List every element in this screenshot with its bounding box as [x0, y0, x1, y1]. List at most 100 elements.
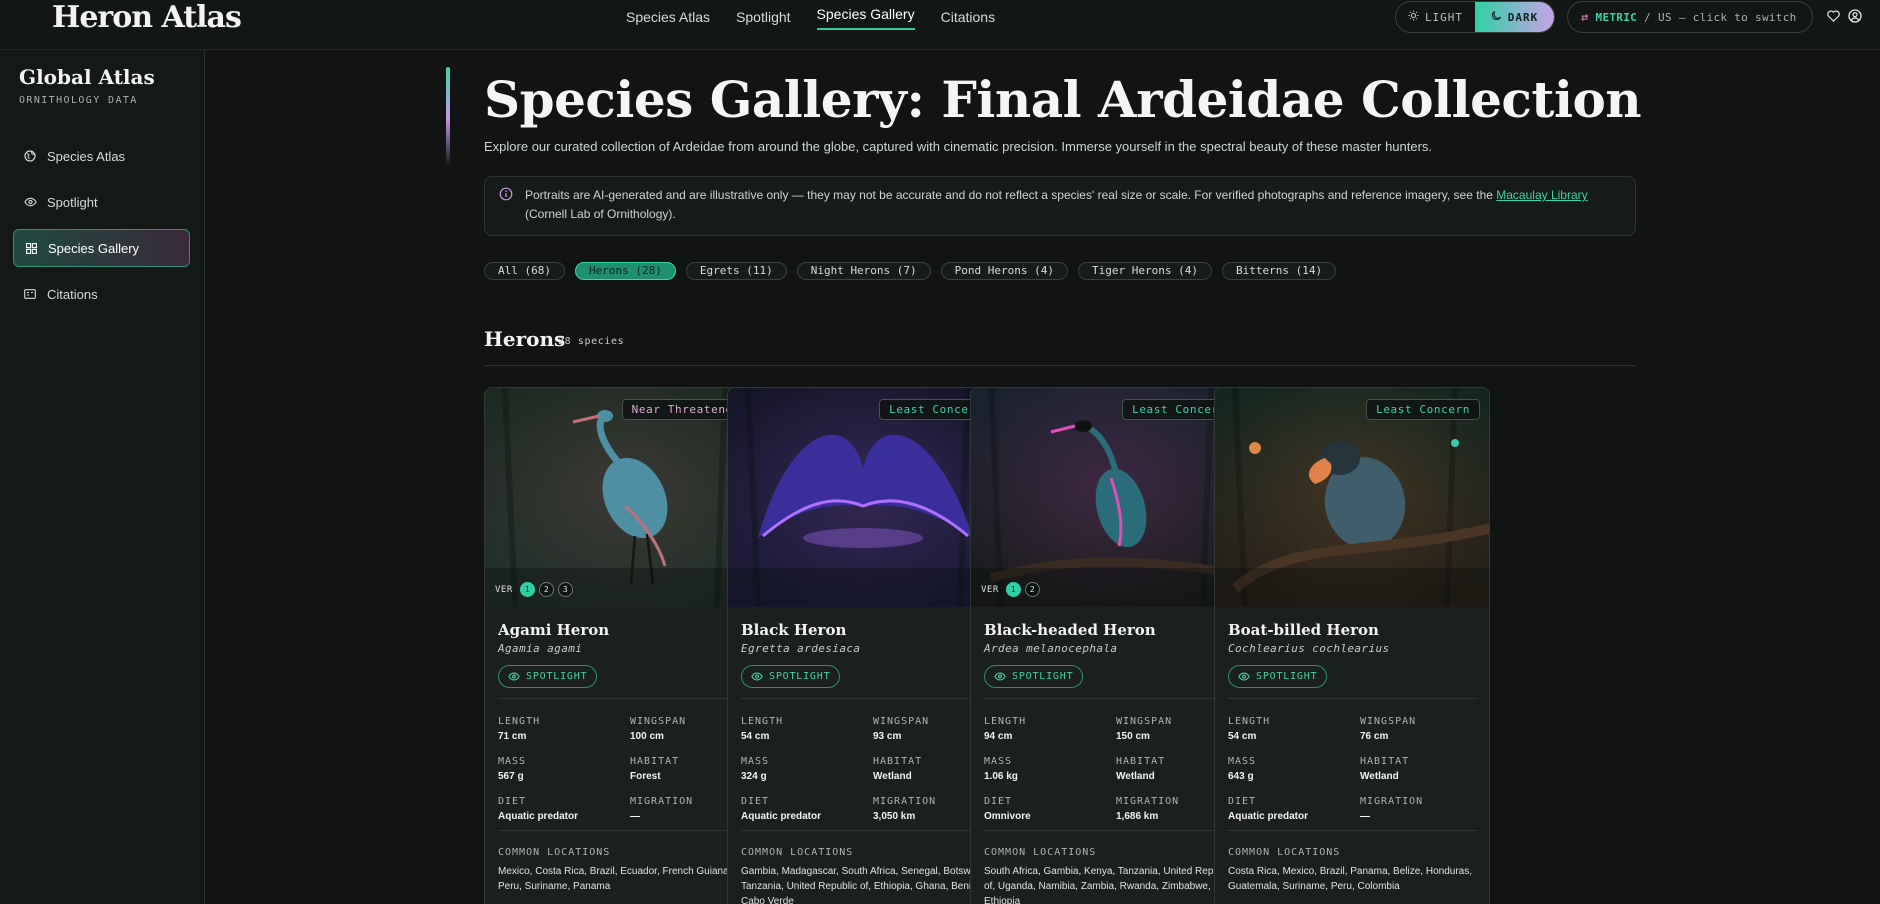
- stat-migration: MIGRATION 3,050 km: [873, 796, 936, 822]
- stat-mass: MASS 1.06 kg: [984, 756, 1018, 782]
- sidebar-title: Global Atlas: [19, 65, 155, 89]
- stat-value: 1.06 kg: [984, 771, 1018, 782]
- stat-label: MASS: [984, 756, 1013, 767]
- locations-value: Costa Rica, Mexico, Brazil, Panama, Beli…: [1228, 866, 1472, 892]
- nav-species-atlas[interactable]: Species Atlas: [626, 0, 710, 34]
- sidebar-item-spotlight[interactable]: Spotlight: [13, 183, 190, 221]
- species-card[interactable]: Near Threatened VER 1 2 3 Agami Heron Agami…: [484, 387, 760, 904]
- locations-label: COMMON LOCATIONS: [1228, 847, 1341, 858]
- app-logo[interactable]: Heron Atlas: [52, 0, 242, 36]
- version-dot[interactable]: 1: [519, 582, 535, 597]
- theme-dark-option[interactable]: DARK: [1475, 2, 1554, 32]
- stat-label: HABITAT: [1116, 756, 1166, 767]
- theme-light-option[interactable]: LIGHT: [1396, 2, 1475, 32]
- stat-value: Wetland: [1360, 771, 1399, 782]
- spotlight-label: SPOTLIGHT: [1012, 671, 1074, 682]
- stat-label: MASS: [741, 756, 770, 767]
- stat-value: 3,050 km: [873, 811, 916, 822]
- species-name: Black-headed Heron: [984, 621, 1156, 639]
- theme-dark-label: DARK: [1507, 10, 1539, 24]
- card-divider: [741, 698, 991, 699]
- stat-wingspan: WINGSPAN 100 cm: [630, 716, 686, 742]
- filter-chip[interactable]: Bitterns (14): [1221, 262, 1337, 280]
- stat-diet: DIET Aquatic predator: [741, 796, 821, 822]
- theme-toggle[interactable]: LIGHT DARK: [1395, 1, 1555, 33]
- stat-value: 93 cm: [873, 731, 902, 742]
- units-separator: /: [1644, 10, 1652, 24]
- stat-label: MASS: [1228, 756, 1257, 767]
- macaulay-library-link[interactable]: Macaulay Library: [1496, 188, 1587, 202]
- units-metric: METRIC: [1595, 10, 1638, 24]
- page-description: Explore our curated collection of Ardeid…: [484, 139, 1433, 154]
- stat-value: Forest: [630, 771, 661, 782]
- species-card[interactable]: Least Concern Boat-billed Heron Cochlear…: [1214, 387, 1490, 904]
- filter-chip[interactable]: Pond Herons (4): [940, 262, 1069, 280]
- main-nav: Species Atlas Spotlight Species Gallery …: [626, 0, 1021, 36]
- sidebar-item-species-gallery[interactable]: Species Gallery: [13, 229, 190, 267]
- filter-chip[interactable]: All (68): [484, 262, 565, 280]
- spotlight-button[interactable]: SPOTLIGHT: [984, 665, 1084, 688]
- sidebar-item-label: Species Gallery: [48, 240, 140, 256]
- species-name: Boat-billed Heron: [1228, 621, 1379, 639]
- species-card[interactable]: Least Concern Black Heron Egretta ardesi…: [727, 387, 1003, 904]
- nav-citations[interactable]: Citations: [941, 0, 995, 34]
- sidebar-item-species-atlas[interactable]: Species Atlas: [13, 137, 190, 175]
- stat-value: Aquatic predator: [498, 811, 579, 822]
- section-divider: [484, 365, 1636, 366]
- stat-label: MIGRATION: [630, 796, 694, 807]
- top-bar: Heron Atlas Species Atlas Spotlight Spec…: [0, 0, 1880, 50]
- units-toggle[interactable]: ⇄ METRIC / US — click to switch: [1567, 1, 1813, 33]
- spotlight-button[interactable]: SPOTLIGHT: [498, 665, 598, 688]
- theme-light-label: LIGHT: [1424, 10, 1464, 24]
- spotlight-label: SPOTLIGHT: [526, 671, 588, 682]
- species-card[interactable]: Least Concern VER 1 2 Black-headed Heron A…: [970, 387, 1246, 904]
- stat-value: —: [630, 811, 640, 822]
- stat-diet: DIET Aquatic predator: [1228, 796, 1308, 822]
- card-divider: [984, 698, 1234, 699]
- species-name: Black Heron: [741, 621, 847, 639]
- species-latin-name: Ardea melanocephala: [984, 642, 1118, 655]
- notice-tail: (Cornell Lab of Ornithology).: [525, 207, 676, 221]
- stat-value: 94 cm: [984, 731, 1013, 742]
- version-dot[interactable]: 2: [538, 582, 554, 597]
- spotlight-button[interactable]: SPOTLIGHT: [741, 665, 841, 688]
- stat-value: Omnivore: [984, 811, 1031, 822]
- version-dot[interactable]: 1: [1005, 582, 1021, 597]
- main-content: Species Gallery: Final Ardeidae Collecti…: [206, 50, 1880, 904]
- stat-label: WINGSPAN: [630, 716, 687, 727]
- swap-icon: ⇄: [1581, 10, 1589, 24]
- filter-chip[interactable]: Night Herons (7): [796, 262, 931, 280]
- stat-diet: DIET Omnivore: [984, 796, 1031, 822]
- stat-mass: MASS 567 g: [498, 756, 526, 782]
- stat-label: MASS: [498, 756, 527, 767]
- filter-chip[interactable]: Herons (28): [574, 262, 676, 280]
- stat-value: 150 cm: [1116, 731, 1150, 742]
- sun-icon: [1408, 10, 1419, 24]
- stat-value: —: [1360, 811, 1370, 822]
- stat-value: 54 cm: [741, 731, 770, 742]
- stat-label: DIET: [498, 796, 527, 807]
- stat-migration: MIGRATION —: [1360, 796, 1423, 822]
- info-icon: [499, 187, 513, 201]
- sidebar-item-citations[interactable]: Citations: [13, 275, 190, 313]
- stat-value: Aquatic predator: [741, 811, 822, 822]
- version-switcher: VER 1 2 3: [495, 582, 573, 597]
- account-icon[interactable]: [1845, 6, 1865, 26]
- filter-chip[interactable]: Tiger Herons (4): [1078, 262, 1212, 280]
- stat-value: 324 g: [741, 771, 767, 782]
- stat-label: LENGTH: [498, 716, 541, 727]
- locations-label: COMMON LOCATIONS: [984, 847, 1097, 858]
- version-dot[interactable]: 3: [557, 582, 573, 597]
- stat-value: Aquatic predator: [1228, 811, 1309, 822]
- card-divider: [741, 830, 991, 831]
- title-accent-bar: [446, 67, 450, 167]
- stat-label: HABITAT: [1360, 756, 1410, 767]
- nav-species-gallery[interactable]: Species Gallery: [816, 0, 915, 30]
- spotlight-button[interactable]: SPOTLIGHT: [1228, 665, 1328, 688]
- nav-spotlight[interactable]: Spotlight: [736, 0, 790, 34]
- species-portrait: [971, 388, 1245, 607]
- filter-chip[interactable]: Egrets (11): [685, 262, 787, 280]
- version-dot[interactable]: 2: [1024, 582, 1040, 597]
- sidebar-subtitle: ORNITHOLOGY DATA: [19, 95, 138, 106]
- favorites-heart-icon[interactable]: [1823, 6, 1843, 26]
